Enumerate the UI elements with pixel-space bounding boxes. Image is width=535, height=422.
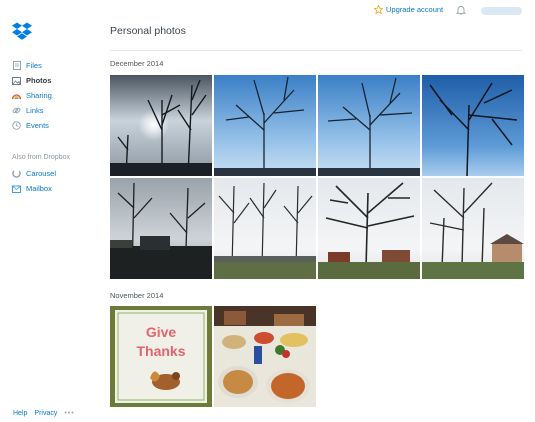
photos-icon xyxy=(12,76,21,85)
sidebar-item-links[interactable]: Links xyxy=(12,103,52,118)
sidebar-item-files[interactable]: Files xyxy=(12,58,52,73)
page-title: Personal photos xyxy=(110,25,186,37)
privacy-link[interactable]: Privacy xyxy=(34,410,57,417)
user-menu[interactable] xyxy=(481,7,522,15)
photo-grid-december xyxy=(110,75,524,279)
sidebar-item-label: Files xyxy=(26,61,42,70)
sidebar-item-carousel[interactable]: Carousel xyxy=(12,166,56,181)
sidebar-item-label: Photos xyxy=(26,76,52,85)
dropbox-logo-icon[interactable] xyxy=(12,22,32,40)
sidebar-footer: Help Privacy ••• xyxy=(13,410,75,417)
sidebar-item-label: Events xyxy=(26,121,49,130)
sidebar-nav: Files Photos Sharing Links Events xyxy=(12,58,52,133)
sidebar-item-label: Links xyxy=(26,106,44,115)
sidebar-item-events[interactable]: Events xyxy=(12,118,52,133)
photo-thumbnail[interactable] xyxy=(214,75,316,176)
photo-thumbnail[interactable] xyxy=(110,75,212,176)
sidebar-item-sharing[interactable]: Sharing xyxy=(12,88,52,103)
links-icon xyxy=(12,106,21,115)
carousel-icon xyxy=(12,169,21,178)
upgrade-account-link[interactable]: Upgrade account xyxy=(374,5,443,14)
photo-thumbnail[interactable] xyxy=(214,178,316,279)
section-label-december: December 2014 xyxy=(110,59,164,68)
section-label-november: November 2014 xyxy=(110,291,164,300)
sharing-icon xyxy=(12,91,21,100)
photo-thumbnail[interactable] xyxy=(110,178,212,279)
mailbox-icon xyxy=(12,184,21,193)
files-icon xyxy=(12,61,21,70)
sidebar-item-label: Sharing xyxy=(26,91,52,100)
photo-thumbnail[interactable] xyxy=(318,75,420,176)
photo-thumbnail[interactable] xyxy=(422,178,524,279)
more-options-icon[interactable]: ••• xyxy=(64,410,74,417)
give-thanks-text: Thanks xyxy=(136,343,185,359)
also-from-dropbox-list: Carousel Mailbox xyxy=(12,166,56,196)
photo-thumbnail[interactable] xyxy=(318,178,420,279)
photo-thumbnail[interactable] xyxy=(214,306,316,407)
header-divider xyxy=(110,50,522,51)
star-icon xyxy=(374,5,383,14)
events-icon xyxy=(12,121,21,130)
photo-grid-november: Give Thanks xyxy=(110,306,524,407)
photo-thumbnail[interactable]: Give Thanks xyxy=(110,306,212,407)
upgrade-account-label: Upgrade account xyxy=(386,5,444,14)
give-thanks-text: Give xyxy=(146,324,177,340)
bell-icon[interactable] xyxy=(456,5,466,15)
sidebar: Files Photos Sharing Links Events Also f… xyxy=(0,0,98,422)
photo-thumbnail[interactable] xyxy=(422,75,524,176)
also-from-dropbox-heading: Also from Dropbox xyxy=(12,154,70,161)
sidebar-item-photos[interactable]: Photos xyxy=(12,73,52,88)
help-link[interactable]: Help xyxy=(13,410,27,417)
sidebar-item-label: Mailbox xyxy=(26,184,52,193)
sidebar-item-mailbox[interactable]: Mailbox xyxy=(12,181,56,196)
sidebar-item-label: Carousel xyxy=(26,169,57,178)
